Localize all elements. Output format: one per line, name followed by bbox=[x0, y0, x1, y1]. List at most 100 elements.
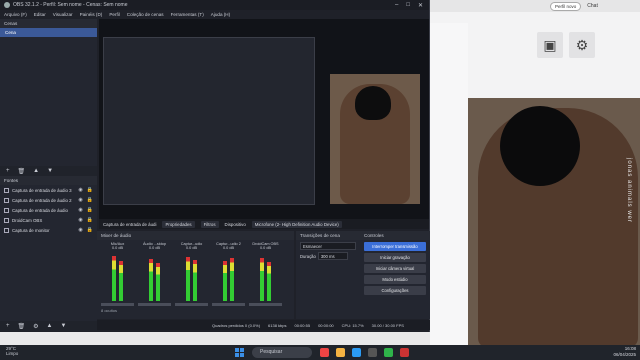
weather-desc: Limpo bbox=[6, 351, 19, 356]
source-item[interactable]: DroidCam OBS ◉ 🔒 bbox=[0, 215, 97, 225]
taskbar: 29°C Limpo Pesquisar 16:08 06/04/2025 bbox=[0, 345, 640, 360]
frames-dropped: Quadros perdidos 0 (0.0%) bbox=[212, 322, 261, 328]
duration-input[interactable]: 300 ms bbox=[317, 252, 348, 260]
menu-view[interactable]: Visualizar bbox=[53, 12, 73, 17]
context-bar: Captura de entrada de áudi Propriedades … bbox=[99, 219, 429, 229]
mixer-hidden-count: 8 ocultos bbox=[101, 308, 118, 313]
camera-icon bbox=[4, 217, 9, 223]
eye-icon[interactable]: ◉ bbox=[78, 217, 82, 223]
image-icon[interactable]: ▣ bbox=[537, 32, 563, 58]
audio-mixer: Mixer de áudio Mic/Aux 0.0 dB Áudio ...s… bbox=[97, 231, 294, 319]
folder-icon[interactable] bbox=[336, 348, 345, 357]
maximize-icon[interactable]: □ bbox=[406, 2, 410, 9]
volume-meter bbox=[111, 253, 125, 301]
stop-streaming-button[interactable]: Interromper transmissão bbox=[364, 242, 426, 251]
trash-icon[interactable]: 🗑 bbox=[18, 323, 26, 330]
device-select[interactable]: Microfone (2- High Definition Audio Devi… bbox=[251, 220, 342, 228]
mixer-title: Mixer de áudio bbox=[97, 231, 294, 240]
settings-button[interactable]: Configurações bbox=[364, 286, 426, 295]
trash-icon[interactable]: 🗑 bbox=[18, 168, 26, 175]
source-item[interactable]: Captura de monitor ◉ 🔒 bbox=[0, 225, 97, 235]
eye-icon[interactable]: ◉ bbox=[78, 197, 82, 203]
add-icon[interactable]: + bbox=[6, 168, 10, 174]
mixer-channel: Mic/Aux 0.0 dB bbox=[101, 242, 134, 306]
lock-icon[interactable]: 🔒 bbox=[87, 197, 93, 203]
menu-file[interactable]: Arquivo (F) bbox=[4, 12, 27, 17]
start-virtual-camera-button[interactable]: Iniciar câmera virtual bbox=[364, 264, 426, 273]
move-down-icon[interactable]: ▼ bbox=[60, 323, 66, 329]
filters-button[interactable]: Filtros bbox=[200, 220, 219, 228]
start-recording-button[interactable]: Iniciar gravação bbox=[364, 253, 426, 262]
source-item[interactable]: Captura de entrada de áudio 3 ◉ 🔒 bbox=[0, 185, 97, 195]
properties-button[interactable]: Propriedades bbox=[162, 220, 195, 228]
weather-widget[interactable]: 29°C Limpo bbox=[6, 346, 18, 356]
eye-icon[interactable]: ◉ bbox=[78, 187, 82, 193]
volume-fader[interactable] bbox=[101, 303, 134, 306]
move-down-icon[interactable]: ▼ bbox=[47, 168, 53, 174]
studio-mode-button[interactable]: Modo estúdio bbox=[364, 275, 426, 284]
controls-dock: Controles Interromper transmissão Inicia… bbox=[360, 231, 430, 319]
right-app-topbar: Perfil novo Chat bbox=[430, 0, 640, 12]
lock-icon[interactable]: 🔒 bbox=[87, 217, 93, 223]
desktop: OBS 32.1.2 - Perfil: Sem nome - Cenas: S… bbox=[0, 0, 640, 360]
close-icon[interactable]: ✕ bbox=[418, 2, 423, 9]
mixer-channel: DroidCam OBS 0.0 dB bbox=[249, 242, 282, 306]
chat-button[interactable]: Chat bbox=[587, 3, 598, 9]
eye-icon[interactable]: ◉ bbox=[78, 207, 82, 213]
taskbar-search[interactable]: Pesquisar bbox=[252, 347, 312, 358]
volume-meter bbox=[185, 253, 199, 301]
scene-item[interactable]: Cena bbox=[0, 28, 97, 37]
source-label: DroidCam OBS bbox=[12, 217, 43, 223]
scenes-dock-title: Cenas bbox=[0, 19, 97, 28]
menu-help[interactable]: Ajuda (H) bbox=[211, 12, 230, 17]
chrome-icon[interactable] bbox=[384, 348, 393, 357]
menubar: Arquivo (F) Editar Visualizar Painéis (D… bbox=[0, 10, 429, 19]
source-label: Captura de entrada de áudio 2 bbox=[12, 197, 72, 203]
lock-icon[interactable]: 🔒 bbox=[87, 207, 93, 213]
app-icon[interactable] bbox=[400, 348, 409, 357]
status-bar: Quadros perdidos 0 (0.0%) 6138 kbps 00:0… bbox=[97, 320, 430, 330]
transitions-dock: Transições de cena Esmaecer Duração 300 … bbox=[296, 231, 360, 319]
volume-fader[interactable] bbox=[212, 303, 245, 306]
transition-select[interactable]: Esmaecer bbox=[300, 242, 356, 250]
lock-icon[interactable]: 🔒 bbox=[87, 187, 93, 193]
scenes-toolbar: + 🗑 ▲ ▼ bbox=[0, 166, 97, 176]
source-item[interactable]: Captura de entrada de áudio ◉ 🔒 bbox=[0, 205, 97, 215]
menu-edit[interactable]: Editar bbox=[34, 12, 46, 17]
obs-taskbar-icon[interactable] bbox=[368, 348, 377, 357]
volume-meter bbox=[222, 253, 236, 301]
eye-icon[interactable]: ◉ bbox=[78, 227, 82, 233]
nested-preview bbox=[103, 37, 315, 205]
app-icon[interactable] bbox=[320, 348, 329, 357]
edge-icon[interactable] bbox=[352, 348, 361, 357]
gear-icon[interactable]: ⚙ bbox=[33, 323, 38, 330]
camera-preview-large: jonas animals wer bbox=[468, 98, 640, 345]
add-icon[interactable]: + bbox=[6, 323, 10, 329]
menu-docks[interactable]: Painéis (D) bbox=[80, 12, 103, 17]
taskbar-apps bbox=[320, 348, 409, 357]
rec-time: 00:00:00 bbox=[318, 322, 334, 328]
right-app-panel bbox=[430, 23, 468, 345]
volume-fader[interactable] bbox=[138, 303, 171, 306]
obs-logo-icon bbox=[4, 2, 10, 8]
source-label: Captura de entrada de áudio bbox=[12, 207, 68, 213]
windows-start-icon[interactable] bbox=[235, 348, 244, 357]
bitrate: 6138 kbps bbox=[268, 322, 287, 328]
mixer-channel: Captur...udio 0.0 dB bbox=[175, 242, 208, 306]
profile-button[interactable]: Perfil novo bbox=[550, 1, 582, 11]
menu-profile[interactable]: Perfil bbox=[109, 12, 119, 17]
menu-scene-collection[interactable]: Coleção de cenas bbox=[127, 12, 164, 17]
overlay-watermark: jonas animals wer bbox=[626, 158, 632, 224]
left-docks: Cenas Cena + 🗑 ▲ ▼ Fontes Captura de ent… bbox=[0, 19, 97, 331]
minimize-icon[interactable]: – bbox=[395, 2, 398, 9]
volume-fader[interactable] bbox=[175, 303, 208, 306]
system-tray[interactable]: 16:08 06/04/2025 bbox=[613, 346, 636, 358]
source-item[interactable]: Captura de entrada de áudio 2 ◉ 🔒 bbox=[0, 195, 97, 205]
move-up-icon[interactable]: ▲ bbox=[33, 168, 39, 174]
move-up-icon[interactable]: ▲ bbox=[47, 323, 53, 329]
cpu-usage: CPU: 15.7% bbox=[341, 322, 364, 328]
volume-fader[interactable] bbox=[249, 303, 282, 306]
menu-tools[interactable]: Ferramentas (T) bbox=[171, 12, 204, 17]
gear-icon[interactable]: ⚙ bbox=[569, 32, 595, 58]
lock-icon[interactable]: 🔒 bbox=[87, 227, 93, 233]
